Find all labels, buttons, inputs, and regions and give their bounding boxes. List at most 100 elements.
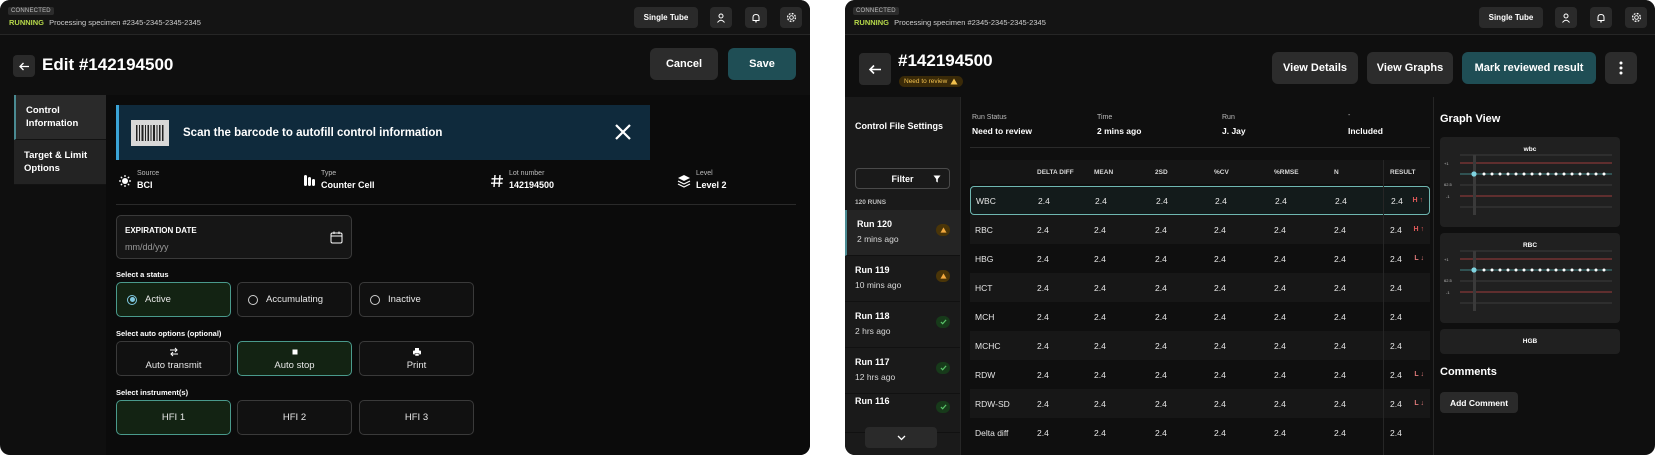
instrument-hfi-1-option[interactable]: HFI 1 [116, 400, 231, 435]
barcode-icon [131, 119, 169, 146]
status-accumulating-option[interactable]: Accumulating [237, 282, 352, 317]
need-to-review-badge: Need to review [899, 76, 964, 87]
single-tube-button[interactable]: Single Tube [1479, 7, 1543, 28]
table-cell: 2.4 [1094, 369, 1106, 380]
column-header[interactable]: MEAN [1094, 160, 1113, 184]
top-bar: CONNECTED RUNNING Processing specimen #2… [845, 0, 1655, 35]
settings-icon[interactable] [1625, 7, 1647, 28]
bell-icon[interactable] [745, 7, 767, 28]
graph-card-hgb[interactable]: HGB [1440, 329, 1620, 354]
graph-card-wbc[interactable]: wbc +1 62.5 -1 [1440, 137, 1620, 227]
more-vertical-icon [1619, 61, 1623, 75]
column-header[interactable]: RESULT [1390, 160, 1416, 184]
table-cell: 2.4 [1334, 398, 1346, 409]
mark-reviewed-button[interactable]: Mark reviewed result [1462, 52, 1596, 84]
table-cell: 2.4 [1274, 311, 1286, 322]
back-button[interactable] [13, 55, 35, 77]
table-cell: 2.4 [1334, 427, 1346, 438]
table-cell: 2.4 [1390, 427, 1402, 438]
instrument-hfi-3-option[interactable]: HFI 3 [359, 400, 474, 435]
hash-icon [491, 174, 503, 188]
info-label: Run Status [972, 114, 1007, 121]
view-details-button[interactable]: View Details [1272, 52, 1358, 84]
back-button[interactable] [859, 53, 891, 85]
table-row[interactable]: RDW 2.4 2.4 2.4 2.4 2.4 2.4 2.4 L ↓ [970, 360, 1430, 389]
bell-icon[interactable] [1590, 7, 1612, 28]
table-cell: 2.4 [1214, 224, 1226, 235]
column-header[interactable]: N [1334, 160, 1339, 184]
single-tube-button[interactable]: Single Tube [634, 7, 698, 28]
table-cell: 2.4 [1156, 195, 1168, 206]
run-list-item[interactable]: Run 119 10 mins ago [845, 256, 960, 302]
table-cell: 2.4 [1155, 224, 1167, 235]
settings-icon[interactable] [780, 7, 802, 28]
run-list-item[interactable]: Run 118 2 hrs ago [845, 302, 960, 348]
column-header[interactable]: 2SD [1155, 160, 1168, 184]
result-flag: L ↓ [1414, 400, 1424, 407]
table-cell: 2.4 [1155, 282, 1167, 293]
nav-control-information[interactable]: Control Information [14, 95, 106, 140]
parameter-name: MCHC [975, 340, 1001, 351]
divider [970, 147, 1430, 148]
table-row[interactable]: HCT 2.4 2.4 2.4 2.4 2.4 2.4 2.4 [970, 273, 1430, 302]
table-cell: 2.4 [1334, 253, 1346, 264]
parameter-name: Delta diff [975, 427, 1009, 438]
table-row[interactable]: Delta diff 2.4 2.4 2.4 2.4 2.4 2.4 2.4 [970, 418, 1430, 447]
add-comment-button[interactable]: Add Comment [1440, 392, 1518, 413]
scroll-down-button[interactable] [865, 427, 937, 448]
table-row[interactable]: MCH 2.4 2.4 2.4 2.4 2.4 2.4 2.4 [970, 302, 1430, 331]
column-header[interactable]: %RMSE [1274, 160, 1299, 184]
status-inactive-option[interactable]: Inactive [359, 282, 474, 317]
radio-icon [127, 294, 137, 305]
table-row[interactable]: RBC 2.4 2.4 2.4 2.4 2.4 2.4 2.4 H ↑ [970, 215, 1430, 244]
save-button[interactable]: Save [728, 48, 796, 80]
filter-button[interactable]: Filter [855, 168, 950, 189]
auto-transmit-option[interactable]: Auto transmit [116, 341, 231, 376]
column-header[interactable]: %CV [1214, 160, 1229, 184]
cancel-button[interactable]: Cancel [650, 48, 718, 80]
run-title: #142194500 [898, 51, 993, 70]
table-cell: 2.4 [1155, 311, 1167, 322]
warning-icon [950, 78, 958, 85]
side-nav: Control Information Target & Limit Optio… [14, 95, 106, 185]
print-option[interactable]: Print [359, 341, 474, 376]
table-row[interactable]: MCHC 2.4 2.4 2.4 2.4 2.4 2.4 2.4 [970, 331, 1430, 360]
table-cell: 2.4 [1391, 195, 1403, 206]
expiration-date-field[interactable]: EXPIRATION DATE mm/dd/yyy [116, 215, 352, 259]
calendar-icon[interactable] [330, 231, 343, 244]
table-row[interactable]: WBC 2.4 2.4 2.4 2.4 2.4 2.4 2.4 H ↑ [970, 186, 1430, 215]
table-cell: 2.4 [1390, 282, 1402, 293]
user-icon[interactable] [710, 7, 732, 28]
user-icon[interactable] [1555, 7, 1577, 28]
graph-card-rbc[interactable]: RBC +1 62.5 -1 [1440, 233, 1620, 323]
control-file-settings-link[interactable]: Control File Settings [855, 121, 943, 131]
more-options-button[interactable] [1605, 52, 1637, 84]
auto-stop-option[interactable]: Auto stop [237, 341, 352, 376]
tick-label: -1 [1446, 290, 1450, 295]
tubes-icon [304, 175, 315, 186]
parameter-name: RDW-SD [975, 398, 1010, 409]
instrument-hfi-2-option[interactable]: HFI 2 [237, 400, 352, 435]
table-cell: 2.4 [1155, 369, 1167, 380]
option-label: Accumulating [266, 294, 324, 305]
table-cell: 2.4 [1095, 195, 1107, 206]
table-cell: 2.4 [1037, 340, 1049, 351]
status-active-option[interactable]: Active [116, 282, 231, 317]
table-cell: 2.4 [1274, 253, 1286, 264]
printer-icon [412, 347, 421, 356]
table-row[interactable]: HBG 2.4 2.4 2.4 2.4 2.4 2.4 2.4 L ↓ [970, 244, 1430, 273]
table-row[interactable]: RDW-SD 2.4 2.4 2.4 2.4 2.4 2.4 2.4 L ↓ [970, 389, 1430, 418]
processing-status: Processing specimen #2345-2345-2345-2345 [894, 18, 1046, 27]
view-graphs-button[interactable]: View Graphs [1367, 52, 1453, 84]
nav-target-limit-options[interactable]: Target & Limit Options [14, 140, 106, 185]
table-cell: 2.4 [1334, 311, 1346, 322]
column-header[interactable]: DELTA DIFF [1037, 160, 1074, 184]
graph-view-title: Graph View [1440, 113, 1501, 125]
radio-icon [248, 294, 258, 305]
run-list-item[interactable]: Run 120 2 mins ago [845, 210, 960, 256]
table-cell: 2.4 [1214, 340, 1226, 351]
close-icon[interactable] [612, 121, 634, 143]
auto-section-label: Select auto options (optional) [116, 329, 222, 338]
table-cell: 2.4 [1155, 253, 1167, 264]
table-cell: 2.4 [1390, 253, 1402, 264]
